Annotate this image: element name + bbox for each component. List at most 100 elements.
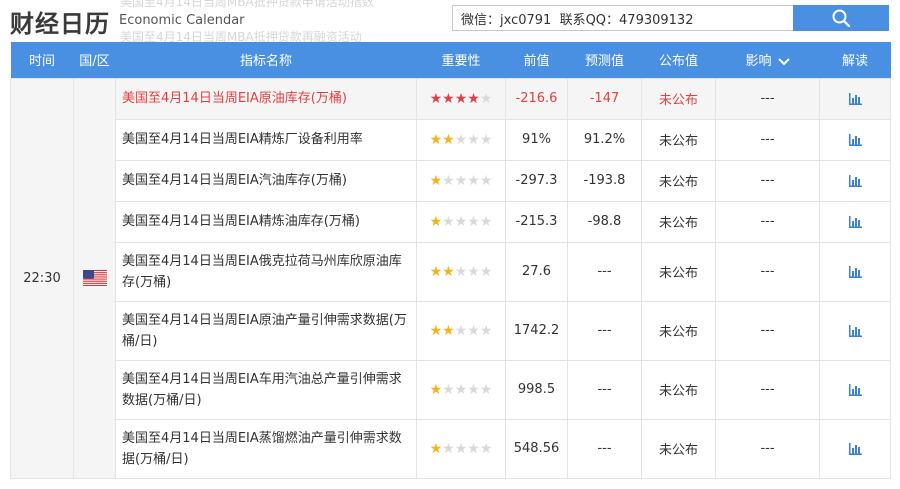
col-impact-dropdown[interactable]: 影响 <box>716 42 820 78</box>
star-empty-icon: ★ <box>442 172 455 189</box>
star-filled-icon: ★ <box>454 90 468 107</box>
region-cell <box>73 77 116 479</box>
star-empty-icon: ★ <box>442 381 455 398</box>
col-previous: 前值 <box>523 54 550 70</box>
table-row[interactable]: 美国至4月14日当周EIA精炼厂设备利用率 ★★★★★ 91% 91.2% 未公布 --- <box>11 118 891 161</box>
star-empty-icon: ★ <box>467 263 480 280</box>
star-filled-icon: ★ <box>429 90 443 107</box>
bar-chart-icon[interactable] <box>848 324 862 337</box>
bar-chart-icon[interactable] <box>848 92 862 105</box>
impact-value: --- <box>715 300 820 361</box>
table-row[interactable]: 美国至4月14日当周EIA原油产量引伸需求数据(万桶/日) ★★★★★ 1742.2… <box>11 300 891 361</box>
actual-value: 未公布 <box>641 418 716 479</box>
previous-value: -215.3 <box>505 200 568 243</box>
col-importance: 重要性 <box>441 54 481 70</box>
star-filled-icon: ★ <box>429 381 443 398</box>
star-filled-icon: ★ <box>429 263 443 280</box>
star-empty-icon: ★ <box>442 440 455 457</box>
star-empty-icon: ★ <box>454 131 468 148</box>
impact-value: --- <box>715 241 820 302</box>
importance-stars: ★★★★★ <box>416 77 506 120</box>
star-empty-icon: ★ <box>479 263 493 280</box>
analysis-cell <box>819 300 891 361</box>
table-row[interactable]: 美国至4月14日当周EIA汽油库存(万桶) ★★★★★ -297.3 -193.8 未公… <box>11 159 891 202</box>
indicator-name[interactable]: 美国至4月14日当周EIA精炼厂设备利用率 <box>115 118 417 161</box>
event-time: 22:30 <box>10 77 74 479</box>
star-filled-icon: ★ <box>442 263 455 280</box>
bar-chart-icon[interactable] <box>848 383 862 396</box>
table-body: 22:30 美国至4月14日当周EIA原油库存(万桶) ★★★★★ -216.6 -14… <box>10 77 891 479</box>
actual-value: 未公布 <box>641 300 716 361</box>
star-rating: ★★★★★ <box>430 214 493 230</box>
star-empty-icon: ★ <box>479 381 493 398</box>
indicator-name[interactable]: 美国至4月14日当周EIA蒸馏燃油产量引伸需求数据(万桶/日) <box>115 418 417 479</box>
indicator-name[interactable]: 美国至4月14日当周EIA精炼油库存(万桶) <box>115 200 417 243</box>
background-headline-1: 美国至4月14日当周MBA抵押贷款申请活动指数 <box>120 0 374 9</box>
calendar-table-wrap: 时间 国/区 指标名称 重要性 前值 预测值 公布值 影响 解读 22:30 美国… <box>10 42 891 479</box>
indicator-name[interactable]: 美国至4月14日当周EIA汽油库存(万桶) <box>115 159 417 202</box>
table-row[interactable]: 美国至4月14日当周EIA精炼油库存(万桶) ★★★★★ -215.3 -98.8 未公… <box>11 200 891 243</box>
bar-chart-icon[interactable] <box>848 265 862 278</box>
impact-value: --- <box>715 418 820 479</box>
impact-value: --- <box>715 77 820 120</box>
bar-chart-icon[interactable] <box>848 133 862 146</box>
analysis-cell <box>819 418 891 479</box>
page-title: 财经日历 <box>10 10 110 38</box>
col-region: 国/区 <box>79 54 110 70</box>
star-empty-icon: ★ <box>454 213 468 230</box>
indicator-name[interactable]: 美国至4月14日当周EIA原油产量引伸需求数据(万桶/日) <box>115 300 417 361</box>
star-rating: ★★★★★ <box>430 323 493 339</box>
importance-stars: ★★★★★ <box>416 418 506 479</box>
impact-value: --- <box>715 118 820 161</box>
star-empty-icon: ★ <box>467 322 480 339</box>
star-filled-icon: ★ <box>442 322 455 339</box>
calendar-table: 时间 国/区 指标名称 重要性 前值 预测值 公布值 影响 解读 22:30 美国… <box>10 42 891 479</box>
impact-value: --- <box>715 359 820 420</box>
star-rating: ★★★★★ <box>430 173 493 189</box>
star-empty-icon: ★ <box>467 440 480 457</box>
star-empty-icon: ★ <box>454 381 468 398</box>
indicator-name[interactable]: 美国至4月14日当周EIA车用汽油总产量引伸需求数据(万桶/日) <box>115 359 417 420</box>
search-button[interactable] <box>793 5 889 31</box>
actual-value: 未公布 <box>641 77 716 120</box>
star-rating: ★★★★★ <box>430 382 493 398</box>
star-filled-icon: ★ <box>442 131 455 148</box>
previous-value: 1742.2 <box>505 300 568 361</box>
forecast-value: -147 <box>567 77 642 120</box>
star-empty-icon: ★ <box>479 172 493 189</box>
star-filled-icon: ★ <box>429 440 443 457</box>
analysis-cell <box>819 200 891 243</box>
importance-stars: ★★★★★ <box>416 159 506 202</box>
bar-chart-icon[interactable] <box>848 215 862 228</box>
bar-chart-icon[interactable] <box>848 174 862 187</box>
table-header-row: 时间 国/区 指标名称 重要性 前值 预测值 公布值 影响 解读 <box>10 42 891 78</box>
col-indicator: 指标名称 <box>239 54 292 70</box>
actual-value: 未公布 <box>641 200 716 243</box>
forecast-value: --- <box>567 418 642 479</box>
table-row[interactable]: 美国至4月14日当周EIA蒸馏燃油产量引伸需求数据(万桶/日) ★★★★★ 548.… <box>11 418 891 479</box>
actual-value: 未公布 <box>641 159 716 202</box>
star-rating: ★★★★★ <box>430 264 493 280</box>
actual-value: 未公布 <box>641 118 716 161</box>
search-input[interactable] <box>452 5 794 31</box>
previous-value: 548.56 <box>505 418 568 479</box>
indicator-name[interactable]: 美国至4月14日当周EIA原油库存(万桶) <box>115 77 417 120</box>
actual-value: 未公布 <box>641 359 716 420</box>
bar-chart-icon[interactable] <box>848 442 862 455</box>
importance-stars: ★★★★★ <box>416 359 506 420</box>
star-filled-icon: ★ <box>442 90 455 107</box>
star-empty-icon: ★ <box>479 213 493 230</box>
table-row[interactable]: 美国至4月14日当周EIA俄克拉荷马州库欣原油库存(万桶) ★★★★★ 27.6 --… <box>11 241 891 302</box>
previous-value: 998.5 <box>505 359 568 420</box>
importance-stars: ★★★★★ <box>416 241 506 302</box>
table-row[interactable]: 22:30 美国至4月14日当周EIA原油库存(万桶) ★★★★★ -216.6 -14… <box>10 77 891 479</box>
previous-value: -297.3 <box>505 159 568 202</box>
analysis-cell <box>819 359 891 420</box>
star-empty-icon: ★ <box>442 213 455 230</box>
star-rating: ★★★★★ <box>430 91 493 107</box>
col-analysis: 解读 <box>841 54 868 70</box>
table-row[interactable]: 美国至4月14日当周EIA车用汽油总产量引伸需求数据(万桶/日) ★★★★★ 998… <box>11 359 891 420</box>
indicator-name[interactable]: 美国至4月14日当周EIA俄克拉荷马州库欣原油库存(万桶) <box>115 241 417 302</box>
star-filled-icon: ★ <box>429 131 443 148</box>
us-flag-icon <box>82 270 107 286</box>
